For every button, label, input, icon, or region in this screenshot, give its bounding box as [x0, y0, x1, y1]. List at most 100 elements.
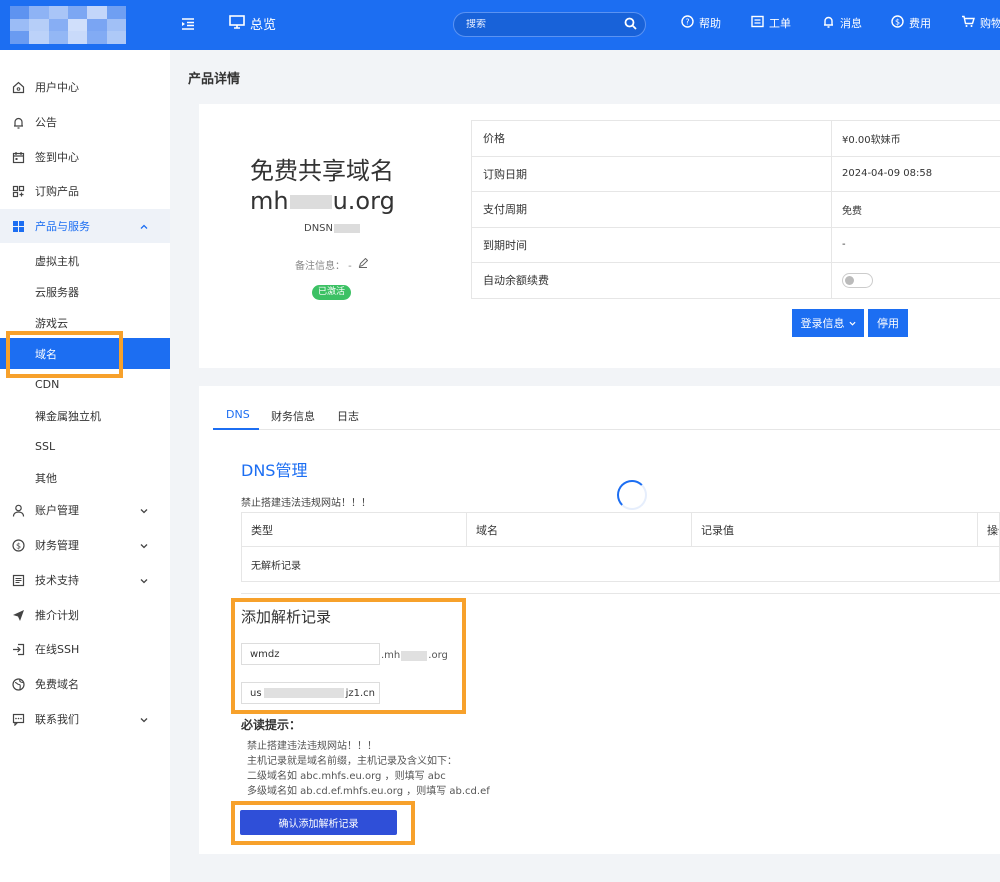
sidebar-sub-label: CDN: [35, 378, 60, 391]
logo-pixel: [68, 31, 88, 44]
sidebar-sub-label: 游戏云: [35, 316, 68, 330]
product-code-text: DNSN: [304, 223, 334, 234]
sidebar-sub-ssl[interactable]: SSL: [0, 431, 170, 462]
sidebar-item-label: 公告: [35, 116, 57, 129]
dns-title: DNS管理: [241, 461, 308, 480]
overview-label: 总览: [250, 18, 277, 33]
suffix-prefix: .mh: [381, 650, 401, 661]
dns-records-table: 类型 域名 记录值 操作 无解析记录: [241, 512, 1000, 582]
tab-divider: [213, 429, 1000, 430]
sidebar-sub-virtual-host[interactable]: 虚拟主机: [0, 245, 170, 276]
tab-finance[interactable]: 财务信息: [271, 408, 315, 424]
messages-link[interactable]: 消息: [822, 15, 862, 31]
bell-icon: [822, 15, 835, 31]
confirm-add-record-button[interactable]: 确认添加解析记录: [240, 810, 397, 835]
sidebar-item-referral[interactable]: 推介计划: [0, 598, 170, 632]
add-record-title: 添加解析记录: [241, 608, 332, 626]
tip-line: 二级域名如 abc.mhfs.eu.org ，则填写 abc: [247, 771, 446, 782]
globe-icon: [11, 677, 25, 691]
edit-icon[interactable]: [358, 257, 369, 271]
search-icon[interactable]: [624, 17, 637, 33]
column-header-type: 类型: [242, 513, 467, 546]
sidebar-sub-label: 域名: [35, 347, 57, 361]
column-header-value: 记录值: [692, 513, 978, 546]
sidebar-item-free-domain[interactable]: 免费域名: [0, 667, 170, 701]
table-row: 无解析记录: [251, 560, 301, 572]
search-input[interactable]: [466, 19, 624, 30]
disable-label: 停用: [877, 317, 899, 330]
info-row: 支付周期 免费: [472, 192, 1000, 228]
tab-dns[interactable]: DNS: [226, 408, 250, 421]
sidebar-item-support[interactable]: 技术支持: [0, 563, 170, 597]
sidebar-sub-cdn[interactable]: CDN: [0, 369, 170, 400]
logo-pixel: [29, 31, 49, 44]
fees-link[interactable]: $ 费用: [891, 15, 931, 31]
apps-icon: [11, 219, 25, 233]
calendar-icon: [11, 150, 25, 164]
chevron-down-icon: [140, 575, 148, 584]
list-icon: [11, 573, 25, 587]
svg-text:?: ?: [685, 18, 689, 27]
sidebar-sub-bare-metal[interactable]: 裸金属独立机: [0, 400, 170, 431]
info-value: -: [842, 239, 846, 251]
sidebar-sub-game-cloud[interactable]: 游戏云: [0, 307, 170, 338]
auto-renew-toggle[interactable]: [842, 272, 873, 288]
host-record-input[interactable]: wmdz: [241, 643, 380, 665]
dns-warning: 禁止搭建违法违规网站！！！: [241, 498, 371, 509]
logo-pixel: [87, 31, 107, 44]
help-label: 帮助: [699, 17, 721, 30]
tab-log[interactable]: 日志: [337, 408, 359, 424]
sidebar-item-products-services[interactable]: 产品与服务: [0, 209, 170, 243]
column-header-actions: 操作: [987, 523, 999, 537]
cart-link[interactable]: 购物: [961, 15, 1000, 31]
sidebar-item-finance[interactable]: $ 财务管理: [0, 528, 170, 562]
user-icon: [11, 503, 25, 517]
loading-spinner-icon: [617, 480, 647, 510]
sidebar-sub-label: 云服务器: [35, 285, 79, 299]
blurred-text: [263, 688, 344, 698]
sidebar-sub-cloud-server[interactable]: 云服务器: [0, 276, 170, 307]
search-box[interactable]: [453, 12, 646, 37]
logo-pixel: [10, 6, 30, 19]
fees-label: 费用: [909, 17, 931, 30]
sidebar-sub-domain[interactable]: 域名: [0, 338, 170, 369]
info-value: ¥0.00软妹币: [842, 134, 901, 146]
domain-suffix-label: .mh .org: [381, 650, 448, 661]
sidebar-item-label: 推介计划: [35, 609, 79, 622]
overview-link[interactable]: 总览: [229, 14, 276, 33]
menu-fold-icon[interactable]: [180, 16, 196, 32]
table-header: 类型 域名 记录值 操作: [242, 513, 999, 547]
sidebar-item-account[interactable]: 账户管理: [0, 493, 170, 527]
logo-pixel: [68, 6, 88, 19]
tip-line: 主机记录就是域名前缀，主机记录及含义如下：: [247, 756, 457, 767]
sidebar-item-announcement[interactable]: 公告: [0, 105, 170, 139]
sidebar-item-ssh[interactable]: 在线SSH: [0, 632, 170, 666]
info-value: 2024-04-09 08:58: [842, 168, 933, 180]
sidebar-sub-label: 虚拟主机: [35, 254, 79, 268]
sidebar-sub-other[interactable]: 其他: [0, 462, 170, 493]
sidebar-sub-label: SSL: [35, 440, 56, 453]
sidebar-item-contact[interactable]: 联系我们: [0, 702, 170, 736]
sidebar-item-label: 账户管理: [35, 504, 79, 517]
home-icon: [11, 80, 25, 94]
ticket-link[interactable]: 工单: [751, 15, 791, 31]
logo-pixel: [48, 18, 68, 32]
sidebar-item-label: 签到中心: [35, 151, 79, 164]
product-domain: mh u.org: [250, 186, 395, 216]
logo-pixel: [29, 18, 49, 32]
login-info-button[interactable]: 登录信息: [792, 309, 864, 337]
disable-button[interactable]: 停用: [868, 309, 908, 337]
info-key: 支付周期: [472, 192, 832, 227]
help-link[interactable]: ? 帮助: [681, 15, 721, 31]
record-value-input[interactable]: us jz1.cn: [241, 682, 380, 704]
sidebar-item-user-center[interactable]: 用户中心: [0, 70, 170, 104]
sidebar-item-order[interactable]: 订购产品: [0, 174, 170, 208]
sidebar-item-checkin[interactable]: 签到中心: [0, 140, 170, 174]
chevron-down-icon: [140, 540, 148, 549]
tips-list: 禁止搭建违法违规网站！！！ 主机记录就是域名前缀，主机记录及含义如下： 二级域名…: [247, 739, 490, 799]
info-key: 自动余额续费: [472, 263, 832, 298]
info-row: 到期时间 -: [472, 227, 1000, 263]
logo-pixel: [10, 18, 30, 32]
sidebar-item-label: 在线SSH: [35, 643, 80, 656]
chevron-down-icon: [140, 505, 148, 514]
